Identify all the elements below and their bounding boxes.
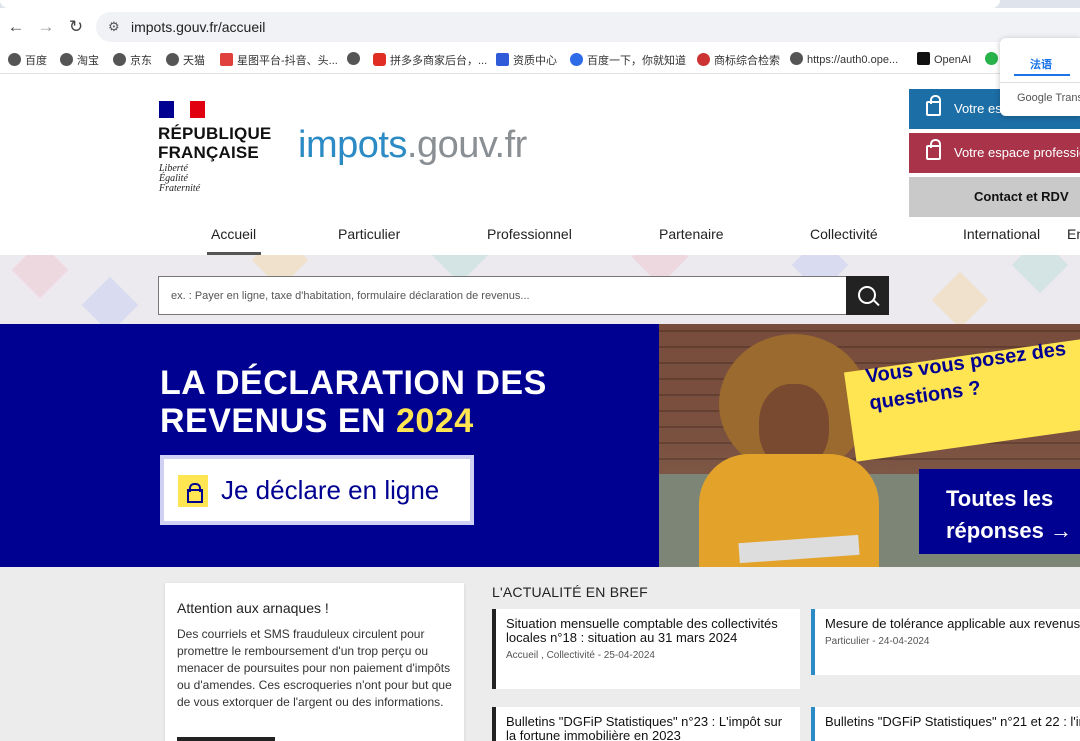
republique-francaise-logo: RÉPUBLIQUE FRANÇAISE	[158, 124, 272, 162]
trademark-icon	[697, 53, 710, 66]
news-card-title: Bulletins "DGFiP Statistiques" n°23 : L'…	[506, 714, 783, 741]
espace-professionnel-button[interactable]: Votre espace professionnel	[909, 133, 1080, 173]
translate-popup: 法语 Google Transl	[1000, 38, 1080, 116]
decor-shape	[931, 271, 989, 324]
banner-photo: Vous vous posez des questions ? Toutes l…	[659, 324, 1080, 567]
address-bar[interactable]: ⚙ impots.gouv.fr/accueil	[96, 12, 1080, 42]
news-card-title: Bulletins "DGFiP Statistiques" n°21 et 2…	[825, 714, 1080, 729]
back-arrow-icon[interactable]: ←	[6, 17, 26, 37]
nav-particulier[interactable]: Particulier	[338, 226, 400, 242]
baidu-paw-icon	[570, 53, 583, 66]
bookmark-item[interactable]: OpenAI	[917, 52, 971, 66]
openai-icon	[917, 52, 930, 65]
active-tab[interactable]	[0, 0, 1000, 8]
decor-shape	[81, 276, 139, 324]
globe-icon	[8, 53, 21, 66]
forward-arrow-icon[interactable]: →	[36, 17, 56, 37]
site-settings-icon[interactable]: ⚙	[108, 19, 120, 35]
bookmark-item[interactable]: 京东	[113, 52, 152, 68]
bookmark-item[interactable]: 淘宝	[60, 52, 99, 68]
search-band	[0, 255, 1080, 324]
globe-icon	[113, 53, 126, 66]
search-button[interactable]	[846, 276, 889, 315]
globe-icon	[790, 52, 803, 65]
search-icon	[858, 286, 876, 304]
green-app-icon	[985, 52, 998, 65]
google-translate-label: Google Transl	[1017, 92, 1080, 104]
url-text: impots.gouv.fr/accueil	[131, 19, 266, 35]
translate-language-tab[interactable]: 法语	[1030, 56, 1052, 72]
bookmark-item[interactable]: 商标综合检索	[697, 52, 780, 68]
news-card-meta: Particulier - 24-04-2024	[825, 636, 930, 647]
tab-underline	[1014, 74, 1070, 76]
lock-icon	[178, 475, 208, 507]
bookmark-item[interactable]: 拼多多商家后台，...	[373, 52, 487, 68]
nav-international[interactable]: International	[963, 226, 1040, 242]
news-card-title: Situation mensuelle comptable des collec…	[506, 616, 778, 645]
nav-accueil[interactable]: Accueil	[211, 226, 256, 242]
devise: Liberté Égalité Fraternité	[159, 163, 201, 194]
toutes-les-reponses-button[interactable]: Toutes les réponses →	[919, 469, 1080, 554]
nav-collectivite[interactable]: Collectivité	[810, 226, 878, 242]
news-card[interactable]: Bulletins "DGFiP Statistiques" n°21 et 2…	[811, 707, 1080, 741]
news-card[interactable]: Situation mensuelle comptable des collec…	[492, 609, 800, 689]
banner-title: LA DÉCLARATION DES REVENUS EN 2024	[160, 364, 547, 440]
browser-toolbar: ← → ↻ ⚙ impots.gouv.fr/accueil	[0, 8, 1080, 46]
news-card[interactable]: Bulletins "DGFiP Statistiques" n°23 : L'…	[492, 707, 800, 741]
nav-partenaire[interactable]: Partenaire	[659, 226, 724, 242]
alert-more-button[interactable]	[177, 737, 275, 741]
decor-shape	[1011, 255, 1069, 294]
content-section: Attention aux arnaques ! Des courriels e…	[0, 567, 1080, 741]
nav-professionnel[interactable]: Professionnel	[487, 226, 572, 242]
scam-alert-card: Attention aux arnaques ! Des courriels e…	[165, 583, 464, 741]
lock-icon	[926, 95, 941, 116]
news-card-meta: Accueil , Collectivité - 25-04-2024	[506, 650, 655, 661]
reload-icon[interactable]: ↻	[66, 17, 86, 37]
browser-tab-strip	[0, 0, 1080, 8]
bookmark-item[interactable]: 百度一下，你就知道	[570, 52, 686, 68]
divider	[1000, 82, 1080, 83]
globe-icon	[166, 53, 179, 66]
search-input[interactable]	[158, 276, 847, 315]
bookmark-item[interactable]: 星图平台-抖音、头...	[220, 52, 338, 68]
globe-icon	[60, 53, 73, 66]
marianne-flag-logo[interactable]	[159, 101, 205, 118]
news-card-title: Mesure de tolérance applicable aux reven…	[825, 616, 1080, 631]
alert-body: Des courriels et SMS frauduleux circulen…	[177, 627, 452, 709]
globe-icon	[347, 52, 360, 65]
alert-title: Attention aux arnaques !	[177, 600, 329, 616]
bookmark-item[interactable]: 百度	[8, 52, 47, 68]
arrow-right-icon: →	[1049, 518, 1072, 543]
bookmark-item[interactable]: 天猫	[166, 52, 205, 68]
main-navigation: Accueil Particulier Professionnel Parten…	[0, 218, 1080, 255]
bookmark-item[interactable]	[347, 52, 364, 66]
bookmark-item[interactable]: https://auth0.ope...	[790, 52, 898, 66]
lock-icon	[926, 139, 941, 160]
zizhi-icon	[496, 53, 509, 66]
nav-english[interactable]: En	[1067, 226, 1080, 242]
contact-rdv-button[interactable]: Contact et RDV	[909, 177, 1080, 217]
declaration-banner: LA DÉCLARATION DES REVENUS EN 2024 Je dé…	[0, 324, 1080, 567]
bookmarks-bar: 百度 淘宝 京东 天猫 星图平台-抖音、头... 拼多多商家后台，... 资质中…	[0, 46, 1080, 74]
site-brand-link[interactable]: impots.gouv.fr	[298, 124, 527, 167]
decor-shape	[11, 255, 69, 299]
xingtu-icon	[220, 53, 233, 66]
pinduoduo-icon	[373, 53, 386, 66]
je-declare-en-ligne-button[interactable]: Je déclare en ligne	[160, 455, 474, 525]
news-section-title: L'ACTUALITÉ EN BREF	[492, 584, 648, 600]
news-card[interactable]: Mesure de tolérance applicable aux reven…	[811, 609, 1080, 675]
bookmark-item[interactable]: 资质中心	[496, 52, 557, 68]
